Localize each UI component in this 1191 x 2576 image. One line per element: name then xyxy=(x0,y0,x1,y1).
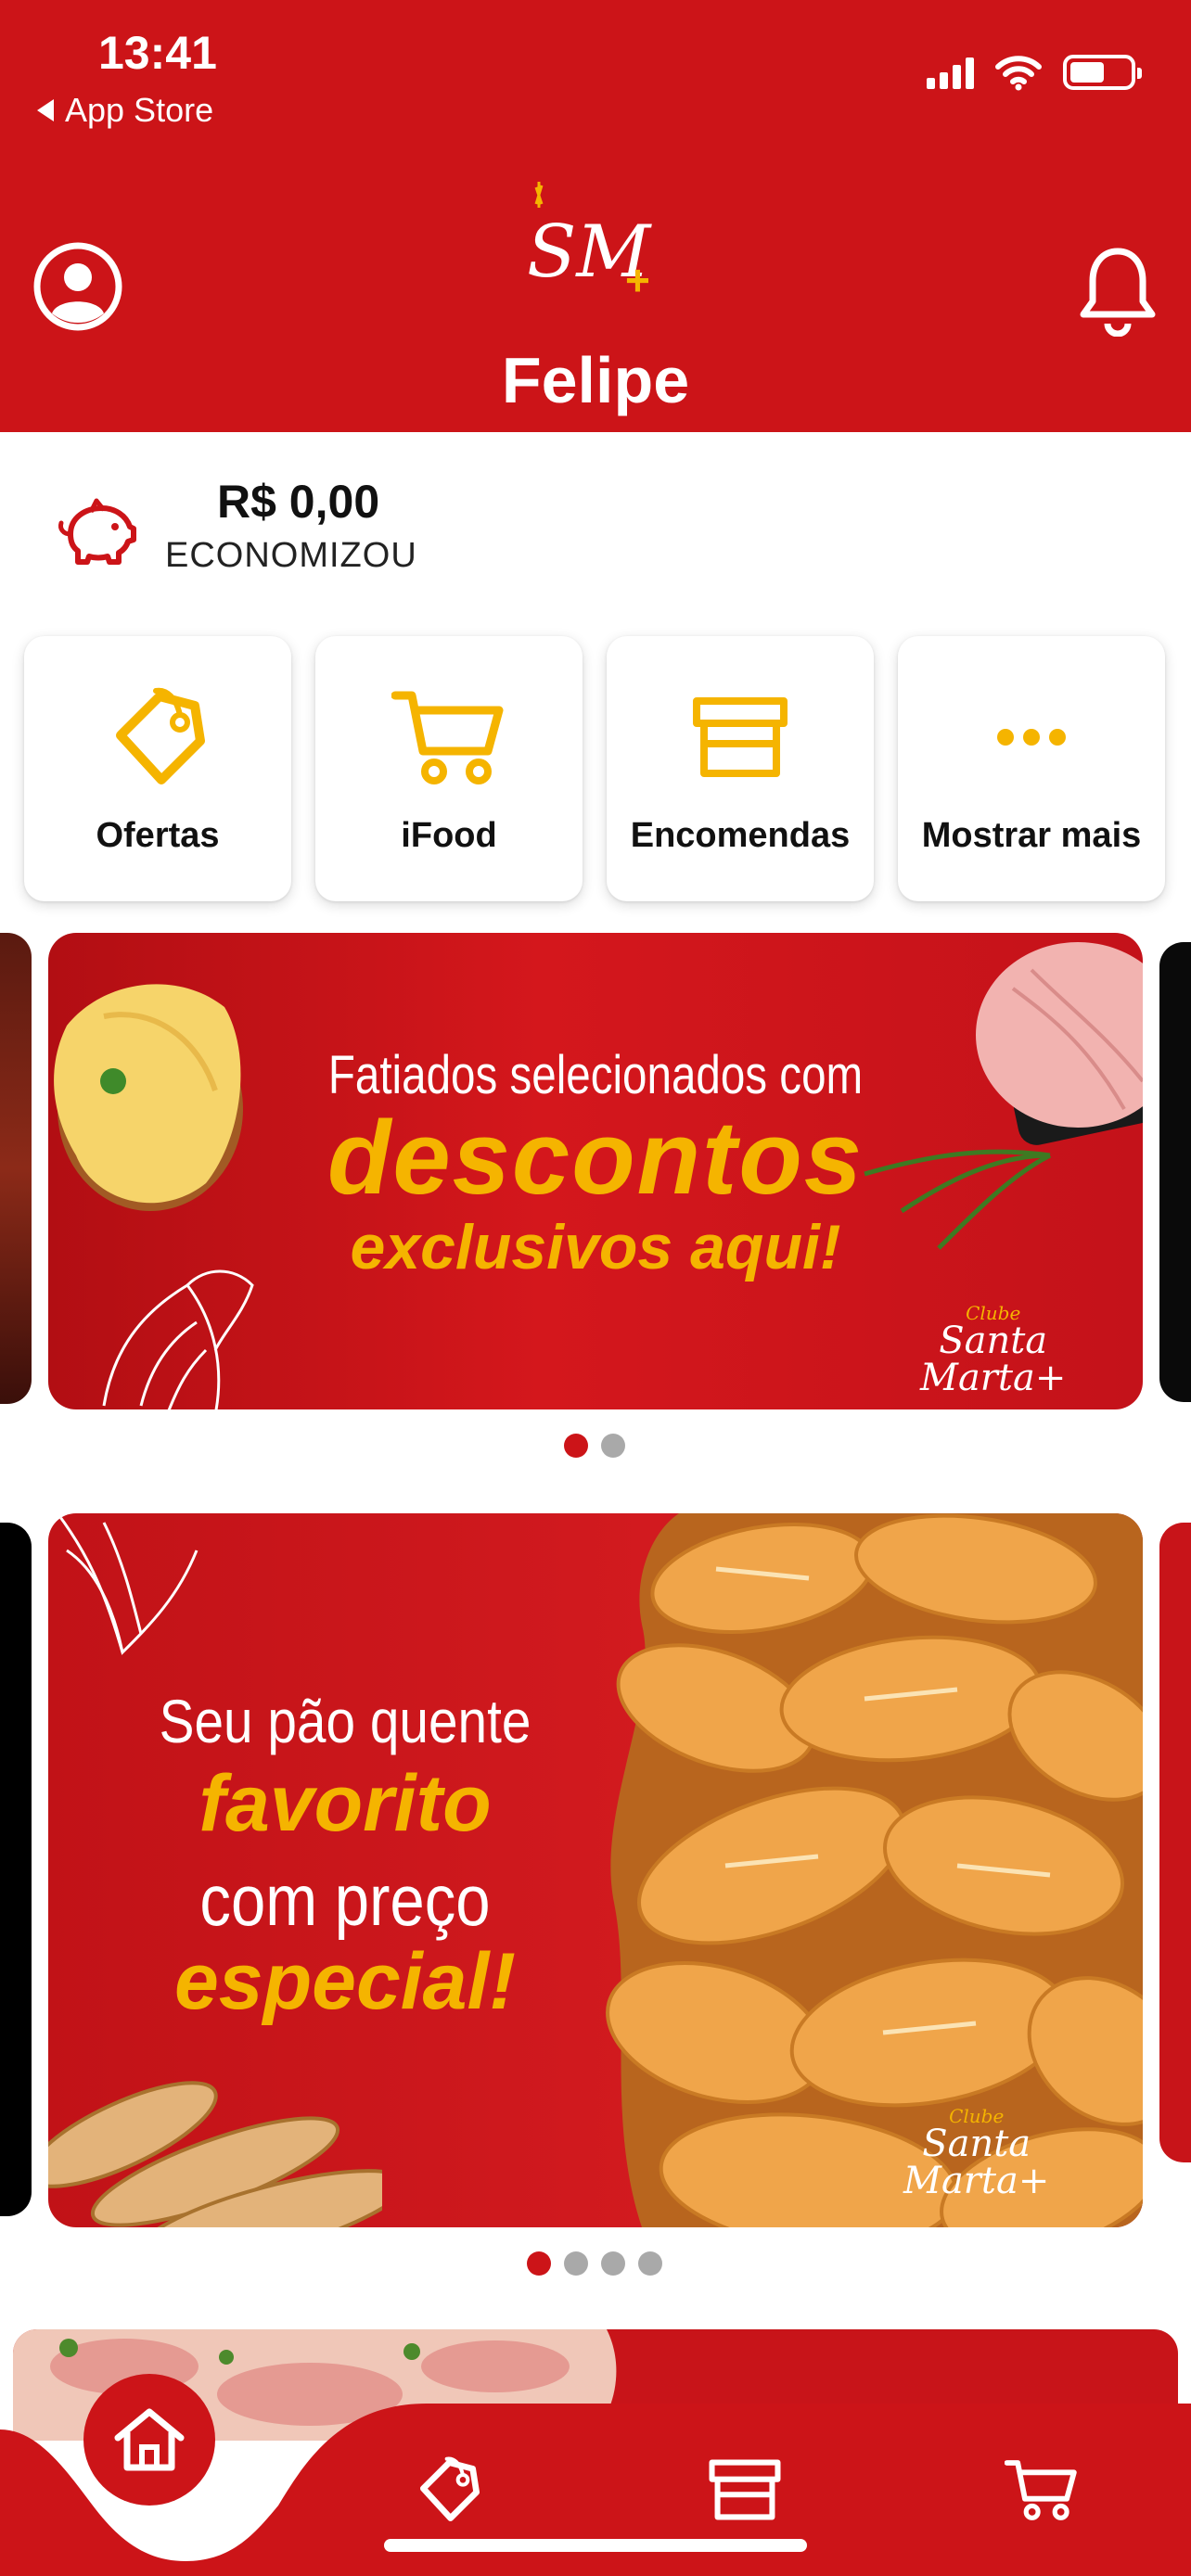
banner-text-line: com preço xyxy=(199,1859,491,1941)
quick-action-label: Mostrar mais xyxy=(921,816,1142,855)
store-icon xyxy=(709,2459,781,2520)
status-time: 13:41 xyxy=(98,27,217,79)
svg-text:+: + xyxy=(625,256,650,304)
home-icon xyxy=(114,2408,185,2471)
tag-icon xyxy=(420,2456,480,2521)
baguettes-illustration xyxy=(48,2081,382,2227)
piggy-bank-icon xyxy=(58,498,136,565)
quick-action-ofertas[interactable]: Ofertas xyxy=(24,636,291,901)
carousel-prev-peek[interactable] xyxy=(0,933,32,1404)
home-indicator xyxy=(384,2539,807,2552)
carousel-next-peek[interactable] xyxy=(1159,1523,1191,2162)
carousel-next-peek[interactable] xyxy=(1159,942,1191,1402)
bread-rolls-illustration xyxy=(606,1513,1143,2227)
wifi-icon xyxy=(995,56,1042,91)
quick-action-label: Ofertas xyxy=(96,816,220,855)
brand-logo: SM + xyxy=(527,182,652,304)
savings-value: R$ 0,00 xyxy=(217,476,380,528)
tab-home[interactable] xyxy=(83,2374,215,2506)
banner-text-line: Seu pão quente xyxy=(159,1687,531,1755)
banner-text-highlight: exclusivos aqui! xyxy=(350,1212,841,1282)
cart-icon xyxy=(391,691,504,784)
banner-text-line: Fatiados selecionados com xyxy=(327,1045,864,1105)
banner-text-highlight: especial! xyxy=(173,1937,517,2026)
clube-santa-marta-logo: Clube Santa Marta+ xyxy=(920,1302,1067,1399)
tab-cart[interactable] xyxy=(1000,2448,1083,2531)
back-app-label: App Store xyxy=(65,91,214,129)
promo-banner-fatiados[interactable]: Fatiados selecionados com descontos excl… xyxy=(48,933,1143,1409)
quick-action-ifood[interactable]: iFood xyxy=(315,636,583,901)
quick-action-label: Encomendas xyxy=(630,816,851,855)
app-header: 13:41 App Store SM + Felipe xyxy=(0,0,1191,432)
quick-action-encomendas[interactable]: Encomendas xyxy=(607,636,874,901)
clube-santa-marta-logo: Clube Santa Marta+ xyxy=(903,2105,1050,2202)
savings-label: ECONOMIZOU xyxy=(165,536,417,575)
store-icon xyxy=(693,697,788,777)
carousel-dot[interactable] xyxy=(601,1434,625,1458)
user-circle-icon[interactable] xyxy=(32,240,124,333)
carousel-dots-2 xyxy=(527,2251,662,2276)
banner-text-highlight: descontos xyxy=(327,1100,864,1216)
cart-icon xyxy=(1005,2460,1077,2520)
carousel-dot[interactable] xyxy=(638,2251,662,2276)
quick-action-label: iFood xyxy=(401,816,497,855)
status-icons xyxy=(927,54,1142,91)
carousel-dot[interactable] xyxy=(527,2251,551,2276)
leaf-outline-illustration xyxy=(56,1513,198,1655)
more-dots-icon xyxy=(997,729,1066,746)
banner-text-highlight: favorito xyxy=(198,1759,492,1848)
quick-action-mostrar-mais[interactable]: Mostrar mais xyxy=(898,636,1165,901)
carousel-dots-1 xyxy=(564,1434,625,1458)
back-to-app-store[interactable]: App Store xyxy=(37,91,213,130)
tag-icon xyxy=(116,687,205,784)
carousel-dot[interactable] xyxy=(564,2251,588,2276)
bell-icon[interactable] xyxy=(1076,244,1159,337)
carousel-prev-peek[interactable] xyxy=(0,1523,32,2216)
carousel-dot[interactable] xyxy=(601,2251,625,2276)
user-name: Felipe xyxy=(501,344,690,416)
tab-encomendas[interactable] xyxy=(703,2448,787,2531)
battery-icon xyxy=(1063,55,1142,90)
tab-ofertas[interactable] xyxy=(406,2448,490,2531)
carousel-dot[interactable] xyxy=(564,1434,588,1458)
signal-icon xyxy=(927,56,974,89)
promo-banner-pao[interactable]: Seu pão quente favorito com preço especi… xyxy=(48,1513,1143,2227)
back-arrow-icon xyxy=(37,99,54,121)
